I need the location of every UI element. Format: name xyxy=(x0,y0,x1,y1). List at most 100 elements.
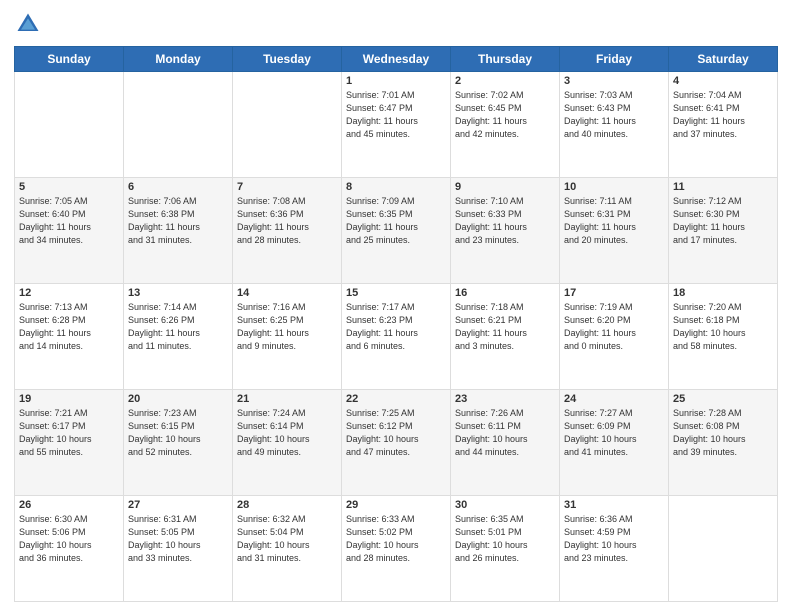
calendar-cell: 4 Sunrise: 7:04 AM Sunset: 6:41 PM Daylig… xyxy=(669,72,778,178)
calendar-cell: 30 Sunrise: 6:35 AM Sunset: 5:01 PM Dayli… xyxy=(451,496,560,602)
day-number: 17 xyxy=(564,287,664,299)
day-number: 12 xyxy=(19,287,119,299)
day-info: Sunrise: 7:28 AM Sunset: 6:08 PM Dayligh… xyxy=(673,407,773,459)
day-number: 13 xyxy=(128,287,228,299)
day-number: 16 xyxy=(455,287,555,299)
day-number: 27 xyxy=(128,499,228,511)
day-number: 30 xyxy=(455,499,555,511)
day-header-saturday: Saturday xyxy=(669,47,778,72)
header xyxy=(14,10,778,38)
calendar-cell: 31Sunrise: 6:36 AM Sunset: 4:59 PM Dayli… xyxy=(560,496,669,602)
calendar-week-2: 5Sunrise: 7:05 AM Sunset: 6:40 PM Daylig… xyxy=(15,178,778,284)
calendar-cell xyxy=(15,72,124,178)
logo xyxy=(14,10,46,38)
day-info: Sunrise: 6:33 AM Sunset: 5:02 PM Dayligh… xyxy=(346,513,446,565)
day-number: 19 xyxy=(19,393,119,405)
day-info: Sunrise: 6:36 AM Sunset: 4:59 PM Dayligh… xyxy=(564,513,664,565)
day-number: 10 xyxy=(564,181,664,193)
calendar-cell: 3 Sunrise: 7:03 AM Sunset: 6:43 PM Daylig… xyxy=(560,72,669,178)
calendar-cell: 24 Sunrise: 7:27 AM Sunset: 6:09 PM Dayli… xyxy=(560,390,669,496)
day-info: Sunrise: 7:02 AM Sunset: 6:45 PM Dayligh… xyxy=(455,89,555,141)
day-number: 29 xyxy=(346,499,446,511)
day-info: Sunrise: 7:13 AM Sunset: 6:28 PM Dayligh… xyxy=(19,301,119,353)
day-number: 2 xyxy=(455,75,555,87)
day-info: Sunrise: 7:27 AM Sunset: 6:09 PM Dayligh… xyxy=(564,407,664,459)
day-number: 1 xyxy=(346,75,446,87)
calendar-cell: 14Sunrise: 7:16 AM Sunset: 6:25 PM Dayli… xyxy=(233,284,342,390)
calendar-cell: 12 Sunrise: 7:13 AM Sunset: 6:28 PM Dayli… xyxy=(15,284,124,390)
calendar-cell: 29 Sunrise: 6:33 AM Sunset: 5:02 PM Dayli… xyxy=(342,496,451,602)
day-info: Sunrise: 7:11 AM Sunset: 6:31 PM Dayligh… xyxy=(564,195,664,247)
day-info: Sunrise: 7:16 AM Sunset: 6:25 PM Dayligh… xyxy=(237,301,337,353)
calendar-cell: 6 Sunrise: 7:06 AM Sunset: 6:38 PM Daylig… xyxy=(124,178,233,284)
day-number: 3 xyxy=(564,75,664,87)
page: SundayMondayTuesdayWednesdayThursdayFrid… xyxy=(0,0,792,612)
calendar-cell: 23Sunrise: 7:26 AM Sunset: 6:11 PM Dayli… xyxy=(451,390,560,496)
day-info: Sunrise: 7:19 AM Sunset: 6:20 PM Dayligh… xyxy=(564,301,664,353)
day-info: Sunrise: 7:01 AM Sunset: 6:47 PM Dayligh… xyxy=(346,89,446,141)
calendar-cell: 10 Sunrise: 7:11 AM Sunset: 6:31 PM Dayli… xyxy=(560,178,669,284)
calendar-cell: 26 Sunrise: 6:30 AM Sunset: 5:06 PM Dayli… xyxy=(15,496,124,602)
calendar-cell: 17 Sunrise: 7:19 AM Sunset: 6:20 PM Dayli… xyxy=(560,284,669,390)
day-info: Sunrise: 7:18 AM Sunset: 6:21 PM Dayligh… xyxy=(455,301,555,353)
day-info: Sunrise: 7:24 AM Sunset: 6:14 PM Dayligh… xyxy=(237,407,337,459)
calendar-cell: 15 Sunrise: 7:17 AM Sunset: 6:23 PM Dayli… xyxy=(342,284,451,390)
day-number: 26 xyxy=(19,499,119,511)
day-number: 25 xyxy=(673,393,773,405)
day-number: 28 xyxy=(237,499,337,511)
day-number: 7 xyxy=(237,181,337,193)
calendar-cell: 18 Sunrise: 7:20 AM Sunset: 6:18 PM Dayli… xyxy=(669,284,778,390)
day-number: 6 xyxy=(128,181,228,193)
day-info: Sunrise: 6:32 AM Sunset: 5:04 PM Dayligh… xyxy=(237,513,337,565)
calendar-week-3: 12 Sunrise: 7:13 AM Sunset: 6:28 PM Dayli… xyxy=(15,284,778,390)
day-number: 21 xyxy=(237,393,337,405)
day-number: 8 xyxy=(346,181,446,193)
calendar-cell: 21 Sunrise: 7:24 AM Sunset: 6:14 PM Dayli… xyxy=(233,390,342,496)
day-header-thursday: Thursday xyxy=(451,47,560,72)
day-info: Sunrise: 7:26 AM Sunset: 6:11 PM Dayligh… xyxy=(455,407,555,459)
calendar-cell: 1 Sunrise: 7:01 AM Sunset: 6:47 PM Daylig… xyxy=(342,72,451,178)
calendar-cell xyxy=(669,496,778,602)
day-number: 9 xyxy=(455,181,555,193)
calendar-cell xyxy=(233,72,342,178)
day-header-monday: Monday xyxy=(124,47,233,72)
day-info: Sunrise: 7:12 AM Sunset: 6:30 PM Dayligh… xyxy=(673,195,773,247)
day-info: Sunrise: 7:23 AM Sunset: 6:15 PM Dayligh… xyxy=(128,407,228,459)
calendar-cell: 8Sunrise: 7:09 AM Sunset: 6:35 PM Daylig… xyxy=(342,178,451,284)
day-number: 15 xyxy=(346,287,446,299)
calendar-cell: 27 Sunrise: 6:31 AM Sunset: 5:05 PM Dayli… xyxy=(124,496,233,602)
calendar-cell: 9 Sunrise: 7:10 AM Sunset: 6:33 PM Daylig… xyxy=(451,178,560,284)
calendar-cell: 19 Sunrise: 7:21 AM Sunset: 6:17 PM Dayli… xyxy=(15,390,124,496)
calendar-cell: 28 Sunrise: 6:32 AM Sunset: 5:04 PM Dayli… xyxy=(233,496,342,602)
calendar-cell: 22Sunrise: 7:25 AM Sunset: 6:12 PM Dayli… xyxy=(342,390,451,496)
day-info: Sunrise: 7:14 AM Sunset: 6:26 PM Dayligh… xyxy=(128,301,228,353)
day-number: 18 xyxy=(673,287,773,299)
day-number: 24 xyxy=(564,393,664,405)
day-number: 20 xyxy=(128,393,228,405)
day-header-sunday: Sunday xyxy=(15,47,124,72)
calendar-cell: 13 Sunrise: 7:14 AM Sunset: 6:26 PM Dayli… xyxy=(124,284,233,390)
calendar-cell xyxy=(124,72,233,178)
calendar-table: SundayMondayTuesdayWednesdayThursdayFrid… xyxy=(14,46,778,602)
day-info: Sunrise: 6:31 AM Sunset: 5:05 PM Dayligh… xyxy=(128,513,228,565)
day-info: Sunrise: 7:04 AM Sunset: 6:41 PM Dayligh… xyxy=(673,89,773,141)
calendar-cell: 25 Sunrise: 7:28 AM Sunset: 6:08 PM Dayli… xyxy=(669,390,778,496)
calendar-cell: 5Sunrise: 7:05 AM Sunset: 6:40 PM Daylig… xyxy=(15,178,124,284)
day-info: Sunrise: 7:20 AM Sunset: 6:18 PM Dayligh… xyxy=(673,301,773,353)
day-header-friday: Friday xyxy=(560,47,669,72)
day-info: Sunrise: 6:30 AM Sunset: 5:06 PM Dayligh… xyxy=(19,513,119,565)
logo-icon xyxy=(14,10,42,38)
calendar-cell: 7Sunrise: 7:08 AM Sunset: 6:36 PM Daylig… xyxy=(233,178,342,284)
day-info: Sunrise: 7:21 AM Sunset: 6:17 PM Dayligh… xyxy=(19,407,119,459)
day-info: Sunrise: 7:10 AM Sunset: 6:33 PM Dayligh… xyxy=(455,195,555,247)
calendar-week-5: 26 Sunrise: 6:30 AM Sunset: 5:06 PM Dayli… xyxy=(15,496,778,602)
calendar-header-row: SundayMondayTuesdayWednesdayThursdayFrid… xyxy=(15,47,778,72)
day-info: Sunrise: 7:03 AM Sunset: 6:43 PM Dayligh… xyxy=(564,89,664,141)
day-number: 4 xyxy=(673,75,773,87)
calendar-cell: 11Sunrise: 7:12 AM Sunset: 6:30 PM Dayli… xyxy=(669,178,778,284)
calendar-cell: 2 Sunrise: 7:02 AM Sunset: 6:45 PM Daylig… xyxy=(451,72,560,178)
day-info: Sunrise: 6:35 AM Sunset: 5:01 PM Dayligh… xyxy=(455,513,555,565)
calendar-cell: 16 Sunrise: 7:18 AM Sunset: 6:21 PM Dayli… xyxy=(451,284,560,390)
day-info: Sunrise: 7:06 AM Sunset: 6:38 PM Dayligh… xyxy=(128,195,228,247)
day-info: Sunrise: 7:17 AM Sunset: 6:23 PM Dayligh… xyxy=(346,301,446,353)
